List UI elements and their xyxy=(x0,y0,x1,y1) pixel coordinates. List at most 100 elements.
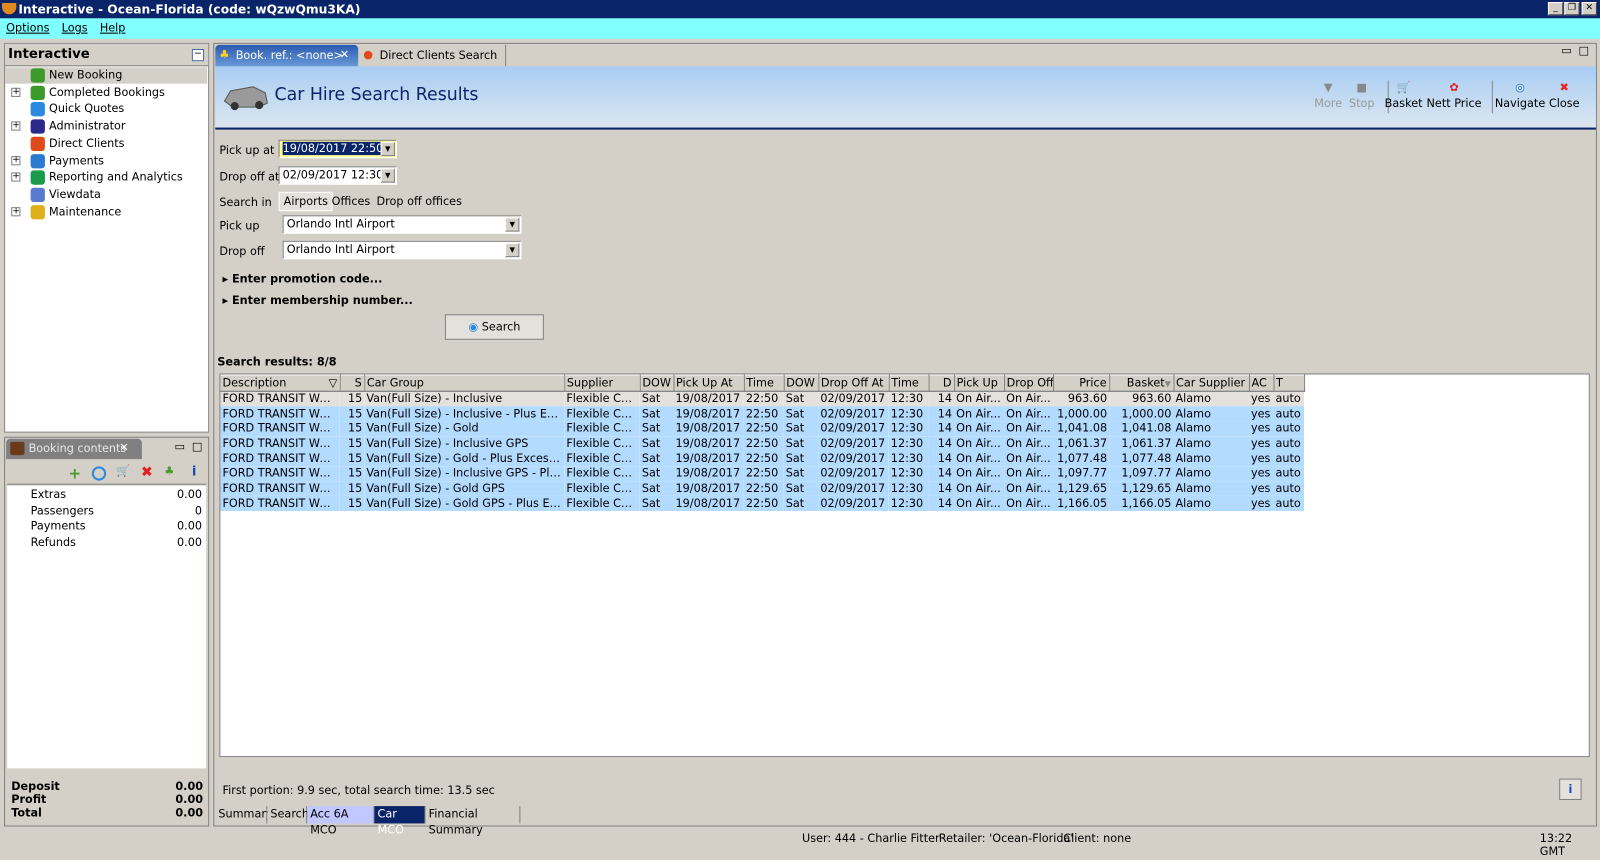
table-cell: 02/09/2017 xyxy=(818,391,889,407)
search-in-airports[interactable]: Airports xyxy=(278,191,334,212)
promo-code-expander[interactable]: ▸ Enter promotion code... xyxy=(222,272,382,285)
menu-help[interactable]: Help xyxy=(100,21,126,34)
table-row[interactable]: FORD TRANSIT WAG... 15 Van(Full Size) - Go… xyxy=(220,496,1305,512)
sidebar-item-administrator[interactable]: + Administrator xyxy=(5,118,207,134)
close-tab-icon[interactable]: ✕ xyxy=(340,48,349,61)
sort-desc-icon[interactable]: ▼ xyxy=(1165,380,1171,389)
sidebar-item-viewdata[interactable]: Viewdata xyxy=(5,187,207,203)
column-header[interactable]: S xyxy=(339,374,365,392)
table-row[interactable]: FORD TRANSIT WAG... 15 Van(Full Size) - Go… xyxy=(220,421,1305,437)
booking-row: Extras 0.00 xyxy=(7,488,204,503)
basket-add-icon[interactable]: 🛒 xyxy=(116,464,130,477)
table-cell: Flexible Car... xyxy=(564,391,640,407)
bottom-tab-car-mco[interactable]: Car MCO xyxy=(374,806,426,837)
close-window-button[interactable]: ✕ xyxy=(1581,2,1597,16)
tab-booking[interactable]: ♣ Book. ref.: <none> ✕ xyxy=(215,44,359,67)
sidebar-item-direct-clients[interactable]: Direct Clients xyxy=(5,136,207,152)
delete-icon[interactable]: ✖ xyxy=(141,464,153,480)
column-header[interactable]: AC xyxy=(1248,374,1274,392)
info-button[interactable]: i xyxy=(1559,778,1582,800)
column-header[interactable]: Price xyxy=(1053,374,1110,392)
sidebar-item-reporting-and-analytics[interactable]: + Reporting and Analytics xyxy=(5,170,207,186)
info-icon[interactable]: i xyxy=(192,464,197,479)
column-header[interactable]: DOW xyxy=(639,374,674,392)
sidebar-item-quick-quotes[interactable]: Quick Quotes xyxy=(5,101,207,117)
pickup-location-select[interactable]: Orlando Intl Airport ▼ xyxy=(282,215,522,234)
table-row[interactable]: FORD TRANSIT WAG... 15 Van(Full Size) - In… xyxy=(220,406,1305,422)
column-header[interactable]: T xyxy=(1273,374,1305,392)
stop-button[interactable]: ■ Stop xyxy=(1349,80,1389,114)
column-header[interactable]: Drop Off At xyxy=(818,374,890,392)
search-in-offices[interactable]: Offices xyxy=(332,195,371,208)
column-header[interactable]: Drop Off xyxy=(1004,374,1054,392)
membership-expander[interactable]: ▸ Enter membership number... xyxy=(222,294,412,307)
bottom-tab-financial-summary[interactable]: Financial Summary xyxy=(425,806,521,837)
column-header[interactable]: Pick Up xyxy=(954,374,1005,392)
dropdown-icon[interactable]: ▼ xyxy=(380,168,395,183)
dropdown-icon[interactable]: ▼ xyxy=(505,242,520,258)
bottom-tab-search[interactable]: Search xyxy=(267,806,309,824)
sidebar-item-new-booking[interactable]: New Booking xyxy=(5,67,208,84)
table-cell: Sat xyxy=(639,496,674,512)
table-cell: On Air... xyxy=(954,481,1005,497)
column-header[interactable]: Car Supplier xyxy=(1173,374,1250,392)
filter-icon[interactable]: ▽ xyxy=(329,377,338,390)
sidebar-item-maintenance[interactable]: + Maintenance xyxy=(5,204,207,220)
column-header[interactable]: Time xyxy=(743,374,785,392)
table-row[interactable]: FORD TRANSIT WAG... 15 Van(Full Size) - In… xyxy=(220,466,1305,482)
button-label: Close xyxy=(1548,96,1580,111)
maximize-button[interactable]: ❐ xyxy=(1564,2,1580,16)
close-button[interactable]: ✖ Close xyxy=(1549,81,1580,111)
maximize-panel-icon[interactable]: □ xyxy=(1579,44,1590,57)
minimize-panel-icon[interactable]: ▭ xyxy=(174,440,185,453)
add-icon[interactable]: + xyxy=(68,464,81,482)
table-cell: 14 xyxy=(928,451,955,467)
table-row[interactable]: FORD TRANSIT WAG... 15 Van(Full Size) - Go… xyxy=(220,481,1305,497)
dropdown-icon[interactable]: ▼ xyxy=(505,217,520,232)
expand-icon[interactable]: + xyxy=(11,206,21,216)
column-header[interactable]: Basket▼ xyxy=(1109,374,1174,392)
search-in-dropoff-offices[interactable]: Drop off offices xyxy=(377,195,462,208)
table-cell: Flexible Car... xyxy=(564,436,640,452)
expand-icon[interactable]: + xyxy=(11,87,21,97)
maximize-panel-icon[interactable]: □ xyxy=(192,440,203,453)
table-row[interactable]: FORD TRANSIT WAG... 15 Van(Full Size) - In… xyxy=(220,391,1305,407)
expand-icon[interactable]: + xyxy=(11,121,21,131)
pickup-at-field[interactable]: 19/08/2017 22:50 ▼ xyxy=(278,139,397,159)
minimize-button[interactable]: _ xyxy=(1547,2,1564,16)
dropoff-at-field[interactable]: 02/09/2017 12:30 ▼ xyxy=(278,166,397,185)
collapse-icon[interactable]: − xyxy=(191,48,205,62)
expand-icon[interactable]: + xyxy=(11,155,21,165)
bottom-tab-acc-6a-mco[interactable]: Acc 6A MCO xyxy=(307,806,375,837)
menu-options[interactable]: Options xyxy=(6,21,49,34)
search-button[interactable]: ◉ Search xyxy=(444,314,544,340)
row-value: 0.00 xyxy=(177,535,203,550)
more-button[interactable]: ▼ More xyxy=(1314,81,1342,111)
minimize-panel-icon[interactable]: ▭ xyxy=(1561,44,1572,57)
basket-button[interactable]: 🛒 Basket xyxy=(1385,81,1423,111)
nett-price-button[interactable]: ✿ Nett Price xyxy=(1427,80,1493,114)
table-row[interactable]: FORD TRANSIT WAG... 15 Van(Full Size) - In… xyxy=(220,436,1305,452)
sidebar-item-payments[interactable]: + Payments xyxy=(5,153,207,169)
toolbar-separator xyxy=(1491,80,1493,114)
column-header[interactable]: Supplier xyxy=(564,374,641,392)
navigate-button[interactable]: ◎ Navigate xyxy=(1495,81,1545,111)
column-header[interactable]: D xyxy=(928,374,955,392)
column-header[interactable]: DOW xyxy=(783,374,819,392)
column-header[interactable]: Description ▽ xyxy=(220,374,341,392)
column-header[interactable]: Time xyxy=(888,374,930,392)
expand-icon[interactable]: + xyxy=(11,172,21,182)
tab-booking-contents[interactable]: Booking contents ✕ xyxy=(6,438,142,460)
dropdown-icon[interactable]: ▼ xyxy=(380,141,395,157)
sidebar-item-completed-bookings[interactable]: + Completed Bookings xyxy=(5,84,207,100)
bottom-tab-summary[interactable]: Summary xyxy=(215,806,273,824)
table-row[interactable]: FORD TRANSIT WAG... 15 Van(Full Size) - Go… xyxy=(220,451,1305,467)
clock-icon[interactable] xyxy=(91,466,107,481)
tab-direct-clients-search[interactable]: ● Direct Clients Search xyxy=(359,44,507,67)
dropoff-location-select[interactable]: Orlando Intl Airport ▼ xyxy=(282,240,522,260)
close-tab-icon[interactable]: ✕ xyxy=(119,441,128,454)
palm-tree-icon[interactable]: ♣ xyxy=(164,464,174,477)
menu-logs[interactable]: Logs xyxy=(62,21,88,34)
column-header[interactable]: Car Group xyxy=(364,374,565,392)
column-header[interactable]: Pick Up At xyxy=(673,374,745,392)
